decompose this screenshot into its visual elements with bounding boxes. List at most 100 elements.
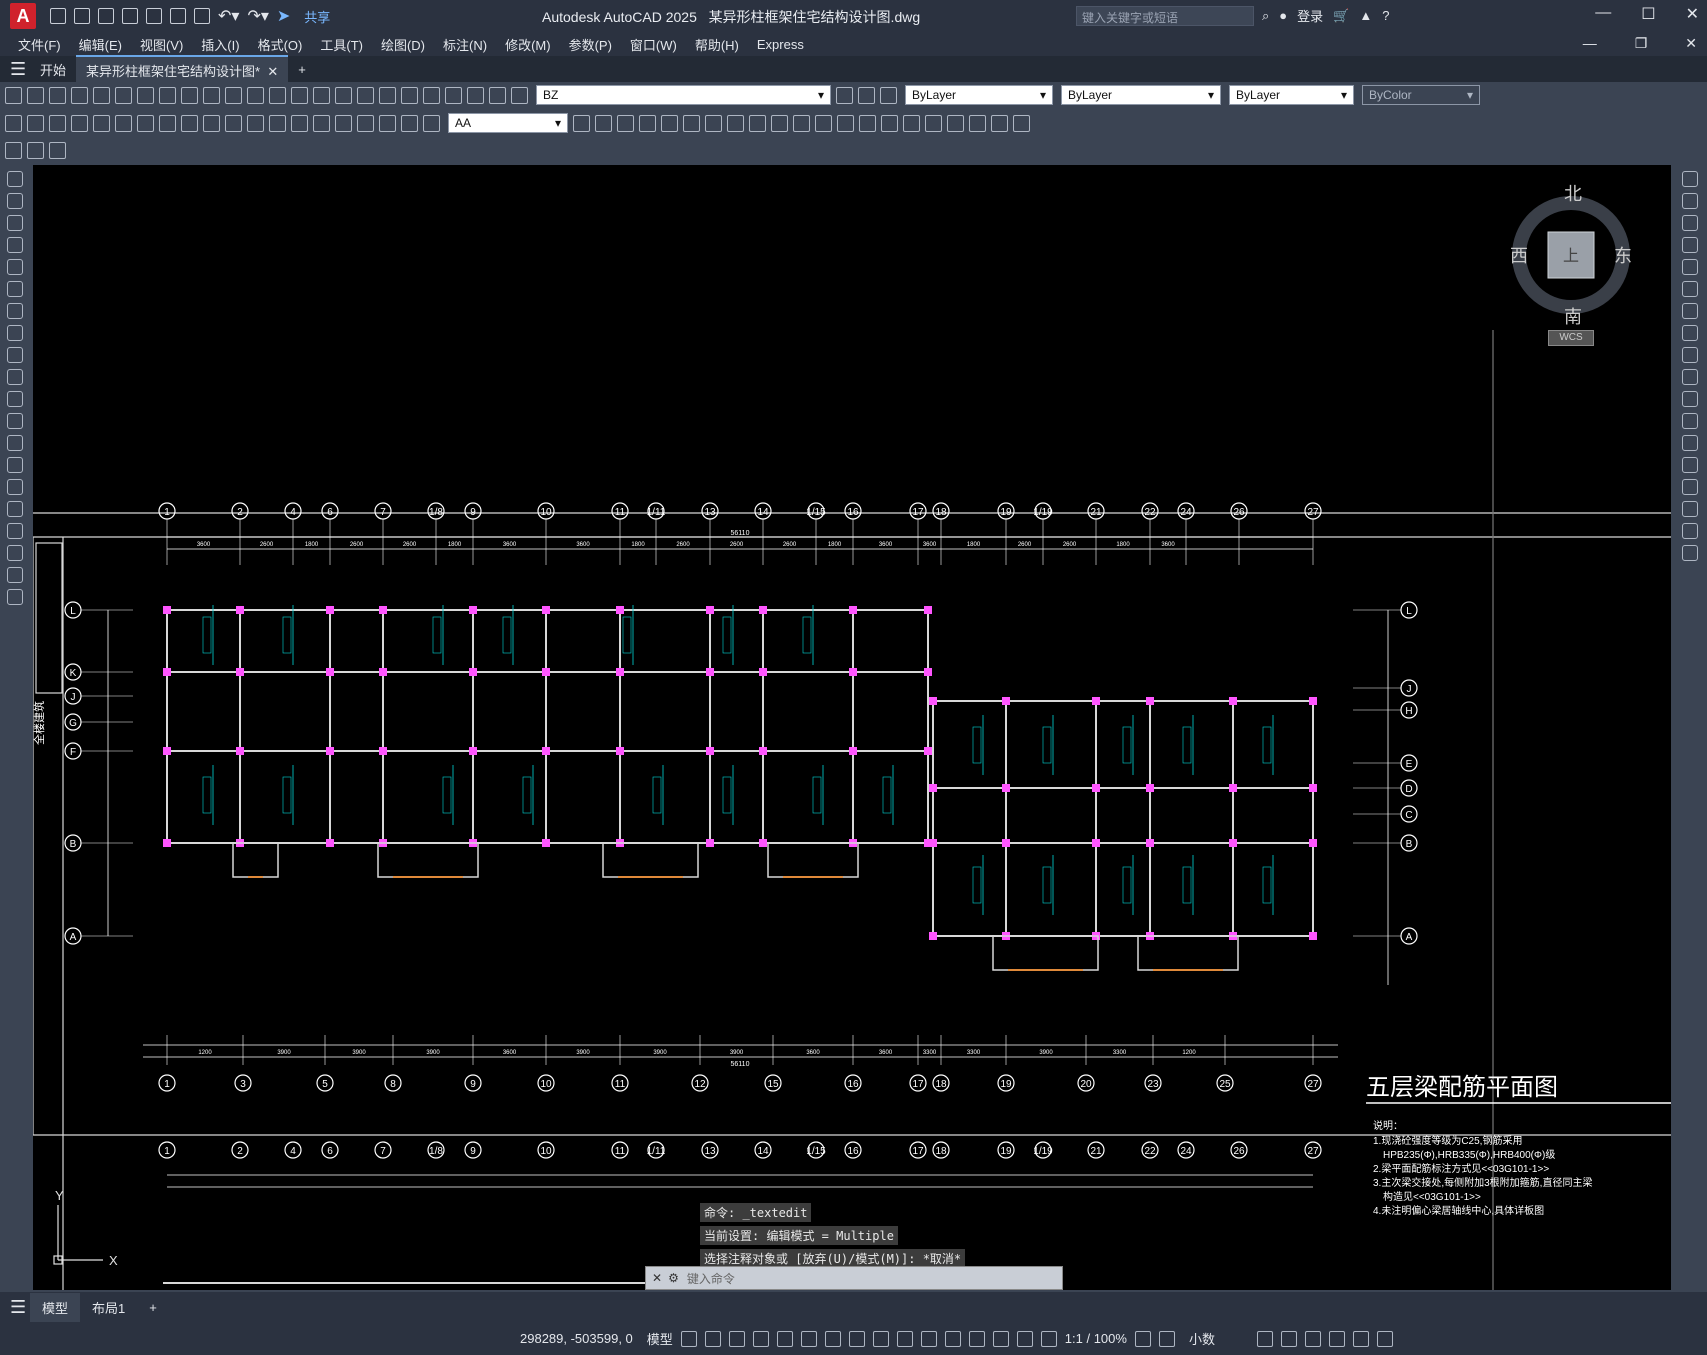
dim-baseline-icon[interactable] — [203, 114, 220, 132]
fillet-icon[interactable] — [1682, 501, 1698, 517]
qsave-icon[interactable] — [49, 86, 66, 104]
extrude-faces-icon[interactable] — [661, 114, 678, 132]
join-icon[interactable] — [1682, 457, 1698, 473]
plotstyle-dropdown[interactable]: ByColor ▾ — [1362, 85, 1480, 105]
inspection-icon[interactable] — [335, 114, 352, 132]
table-icon[interactable] — [7, 545, 23, 561]
isodraft-icon[interactable] — [824, 1330, 841, 1347]
workspace-gear-icon[interactable] — [1134, 1330, 1151, 1347]
layer-previous-icon[interactable] — [858, 86, 875, 104]
menu-insert[interactable]: 插入(I) — [201, 35, 239, 54]
polyline-icon[interactable] — [7, 215, 23, 231]
zoom-previous-icon[interactable] — [335, 86, 352, 104]
units-dropdown[interactable]: 小数 — [1189, 1329, 1249, 1348]
quick-dim-icon[interactable] — [181, 114, 198, 132]
dim-diameter-icon[interactable] — [137, 114, 154, 132]
jogged-linear-icon[interactable] — [357, 114, 374, 132]
rectangle-icon[interactable] — [7, 259, 23, 275]
menu-help[interactable]: 帮助(H) — [695, 35, 739, 54]
search-icon[interactable]: ⌕ — [1262, 8, 1269, 24]
taper-faces-icon[interactable] — [771, 114, 788, 132]
viewcube-north[interactable]: 北 — [1564, 184, 1582, 204]
menu-edit[interactable]: 编辑(E) — [79, 35, 122, 54]
region-icon[interactable] — [7, 523, 23, 539]
lineweight-icon[interactable] — [896, 1330, 913, 1347]
snap-icon[interactable] — [704, 1330, 721, 1347]
separate-icon[interactable] — [881, 114, 898, 132]
user-icon[interactable]: ● — [1279, 8, 1287, 23]
gradient-icon[interactable] — [7, 501, 23, 517]
make-block-icon[interactable] — [7, 435, 23, 451]
dim-radius-icon[interactable] — [93, 114, 110, 132]
copy-object-icon[interactable] — [1682, 193, 1698, 209]
auto-scale-icon[interactable] — [1040, 1330, 1057, 1347]
minimize-icon[interactable]: — — [1595, 4, 1611, 24]
menu-draw[interactable]: 绘图(D) — [381, 35, 425, 54]
annotation-visibility-icon[interactable] — [1016, 1330, 1033, 1347]
zoom-realtime-icon[interactable] — [291, 86, 308, 104]
dim-update-icon[interactable] — [423, 114, 440, 132]
graphics-performance-icon[interactable] — [1328, 1330, 1345, 1347]
stretch-icon[interactable] — [1682, 347, 1698, 363]
viewcube-west[interactable]: 西 — [1510, 246, 1528, 266]
menu-dimension[interactable]: 标注(N) — [443, 35, 487, 54]
shell-icon[interactable] — [903, 114, 920, 132]
zoom-window-icon[interactable] — [313, 86, 330, 104]
redo-icon[interactable]: ↷▾ — [247, 6, 268, 26]
dim-edit-icon[interactable] — [379, 114, 396, 132]
add-selected-icon[interactable] — [7, 589, 23, 605]
autodesk-icon[interactable]: ▲ — [1359, 8, 1372, 23]
menu-format[interactable]: 格式(O) — [258, 35, 303, 54]
break-at-point-icon[interactable] — [1682, 413, 1698, 429]
pan-icon[interactable] — [269, 86, 286, 104]
dim-jogged-icon[interactable] — [115, 114, 132, 132]
offset-faces-icon[interactable] — [705, 114, 722, 132]
close-command-icon[interactable]: ✕ — [652, 1271, 662, 1285]
copy-faces-icon[interactable] — [793, 114, 810, 132]
copy-icon[interactable] — [159, 86, 176, 104]
login-button[interactable]: 登录 — [1297, 6, 1323, 25]
point-icon[interactable] — [7, 457, 23, 473]
line-icon[interactable] — [7, 171, 23, 187]
blend-curves-icon[interactable] — [1682, 523, 1698, 539]
lineweight-dropdown[interactable]: ByLayer ▾ — [1229, 85, 1354, 105]
viewcube-east[interactable]: 东 — [1614, 246, 1632, 266]
object-snap-tracking-icon[interactable] — [848, 1330, 865, 1347]
attribute-sync-icon[interactable] — [49, 141, 66, 159]
3d-osnap-icon[interactable] — [968, 1330, 985, 1347]
rotate-faces-icon[interactable] — [749, 114, 766, 132]
share-button[interactable]: 共享 — [304, 7, 330, 26]
plot-toolbar-icon[interactable] — [71, 86, 88, 104]
properties-icon[interactable] — [357, 86, 374, 104]
plot-icon[interactable] — [170, 8, 186, 24]
union-icon[interactable] — [595, 114, 612, 132]
menu-parametric[interactable]: 参数(P) — [569, 35, 612, 54]
open-icon[interactable] — [27, 86, 44, 104]
help-icon[interactable]: ? — [1382, 8, 1389, 23]
chamfer-icon[interactable] — [1682, 479, 1698, 495]
revision-cloud-icon[interactable] — [7, 325, 23, 341]
save-as-icon[interactable] — [122, 8, 138, 24]
undo-icon[interactable]: ↶▾ — [218, 6, 239, 26]
preview-icon[interactable] — [93, 86, 110, 104]
dim-aligned-icon[interactable] — [27, 114, 44, 132]
layer-states-icon[interactable] — [880, 86, 897, 104]
color-faces-icon[interactable] — [815, 114, 832, 132]
doc-minimize-icon[interactable]: — — [1583, 35, 1597, 52]
annotation-scale[interactable]: 1:1 / 100% — [1065, 1331, 1127, 1346]
coordinates-readout[interactable]: 298289, -503599, 0 — [520, 1331, 633, 1346]
add-layout-button[interactable]: + — [137, 1295, 169, 1320]
tab-layout1[interactable]: 布局1 — [80, 1293, 137, 1322]
extend-icon[interactable] — [1682, 391, 1698, 407]
calculator-icon[interactable] — [467, 86, 484, 104]
imprint-icon[interactable] — [837, 114, 854, 132]
doc-close-icon[interactable]: ✕ — [1685, 35, 1697, 52]
transparency-icon[interactable] — [920, 1330, 937, 1347]
customize-icon[interactable]: ⚙ — [668, 1271, 679, 1285]
gizmo-icon[interactable] — [992, 1330, 1009, 1347]
matchprop-icon[interactable] — [203, 86, 220, 104]
offset-icon[interactable] — [1682, 237, 1698, 253]
publish-icon[interactable] — [146, 8, 162, 24]
dim-break-icon[interactable] — [269, 114, 286, 132]
share-icon[interactable]: ➤ — [277, 6, 290, 26]
